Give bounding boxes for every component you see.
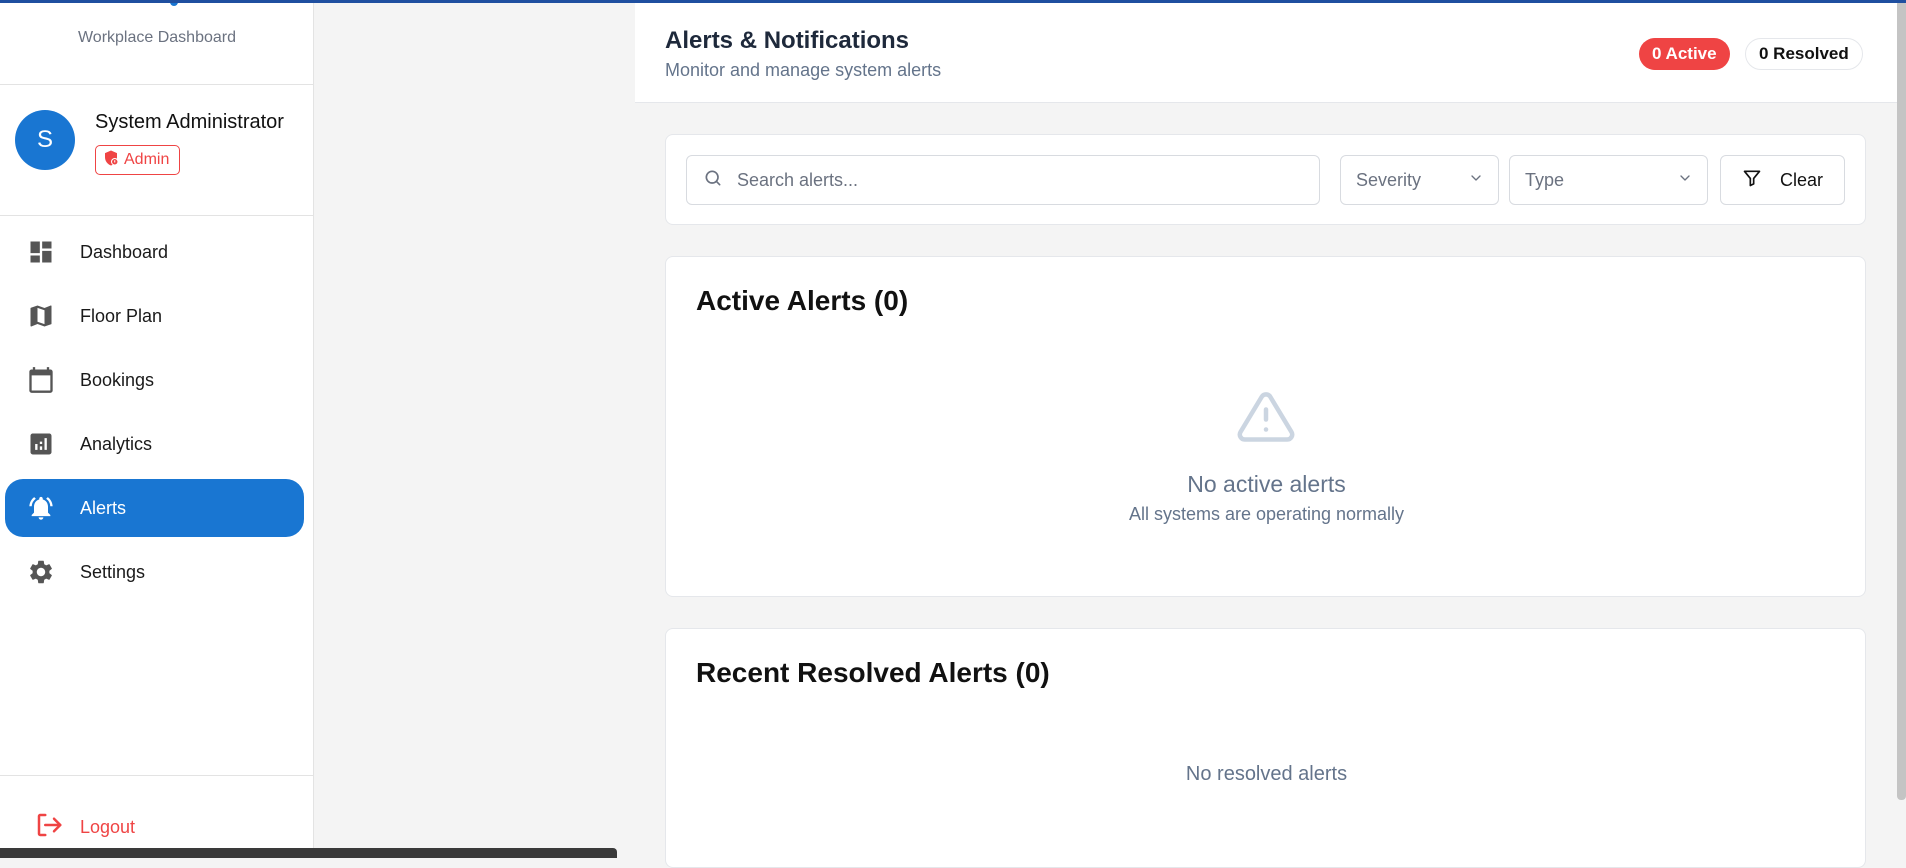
analytics-icon	[26, 429, 56, 459]
browser-status-bar	[0, 848, 617, 858]
calendar-icon	[26, 365, 56, 395]
active-alerts-card: Active Alerts (0) No active alerts All s…	[665, 256, 1866, 597]
sidebar-item-dashboard[interactable]: Dashboard	[5, 223, 304, 281]
sidebar-item-label: Bookings	[80, 369, 155, 390]
resolved-empty-text: No resolved alerts	[1185, 763, 1348, 785]
page-subtitle: Monitor and manage system alerts	[665, 60, 942, 80]
logout-button[interactable]: Logout	[34, 810, 135, 845]
sidebar-item-label: Settings	[80, 561, 146, 582]
filter-bar: Severity Type Clear	[665, 134, 1866, 225]
sidebar-item-floor-plan[interactable]: Floor Plan	[5, 287, 304, 345]
admin-shield-icon	[102, 149, 120, 172]
user-name: System Administrator	[95, 111, 284, 133]
active-alerts-title: Active Alerts (0)	[696, 285, 909, 316]
search-icon	[703, 168, 723, 193]
chevron-down-icon	[1468, 170, 1484, 191]
brand-subtitle: Workplace Dashboard	[77, 29, 236, 46]
sidebar-item-alerts[interactable]: Alerts	[5, 479, 304, 537]
sidebar-item-label: Analytics	[80, 433, 153, 454]
warning-icon	[1236, 387, 1296, 447]
search-input[interactable]	[737, 169, 1297, 191]
sidebar-divider	[0, 215, 314, 216]
severity-select-label: Severity	[1356, 169, 1422, 190]
gear-icon	[26, 557, 56, 587]
type-select-label: Type	[1525, 169, 1565, 190]
active-count-badge: 0 Active	[1639, 38, 1730, 70]
empty-state-title: No active alerts	[1187, 471, 1346, 497]
sidebar-item-label: Dashboard	[80, 241, 169, 262]
logout-icon	[34, 810, 64, 845]
sidebar-item-label: Floor Plan	[80, 305, 163, 326]
logout-label: Logout	[80, 817, 136, 837]
sidebar-divider	[0, 775, 314, 776]
top-accent-bar	[0, 0, 1906, 3]
sidebar-item-bookings[interactable]: Bookings	[5, 351, 304, 409]
page-header: Alerts & Notifications Monitor and manag…	[635, 3, 1897, 103]
severity-select[interactable]: Severity	[1340, 155, 1499, 205]
sidebar: Workplace Dashboard S System Administrat…	[0, 0, 314, 858]
chevron-down-icon	[1677, 170, 1693, 191]
map-icon	[26, 301, 56, 331]
role-badge: Admin	[95, 145, 181, 175]
bell-icon	[26, 493, 56, 523]
search-box[interactable]	[686, 155, 1320, 205]
empty-state-subtitle: All systems are operating normally	[1128, 504, 1405, 524]
avatar: S	[15, 110, 75, 170]
sidebar-item-settings[interactable]: Settings	[5, 543, 304, 601]
sidebar-divider	[0, 84, 314, 85]
role-label: Admin	[124, 151, 170, 168]
sidebar-item-analytics[interactable]: Analytics	[5, 415, 304, 473]
clear-filters-button[interactable]: Clear	[1720, 155, 1845, 205]
type-select[interactable]: Type	[1509, 155, 1708, 205]
resolved-count-badge: 0 Resolved	[1745, 38, 1863, 70]
resolved-alerts-card: Recent Resolved Alerts (0) No resolved a…	[665, 628, 1866, 868]
clear-label: Clear	[1779, 169, 1823, 190]
resolved-alerts-title: Recent Resolved Alerts (0)	[696, 657, 1050, 688]
filter-icon	[1742, 168, 1762, 193]
dashboard-icon	[26, 237, 56, 267]
page-title: Alerts & Notifications	[665, 27, 910, 54]
page-scrollbar[interactable]	[1897, 0, 1906, 800]
sidebar-item-label: Alerts	[80, 497, 127, 518]
avatar-initial: S	[36, 126, 53, 153]
sidebar-nav: Dashboard Floor Plan Bookings Analytics …	[5, 223, 304, 607]
